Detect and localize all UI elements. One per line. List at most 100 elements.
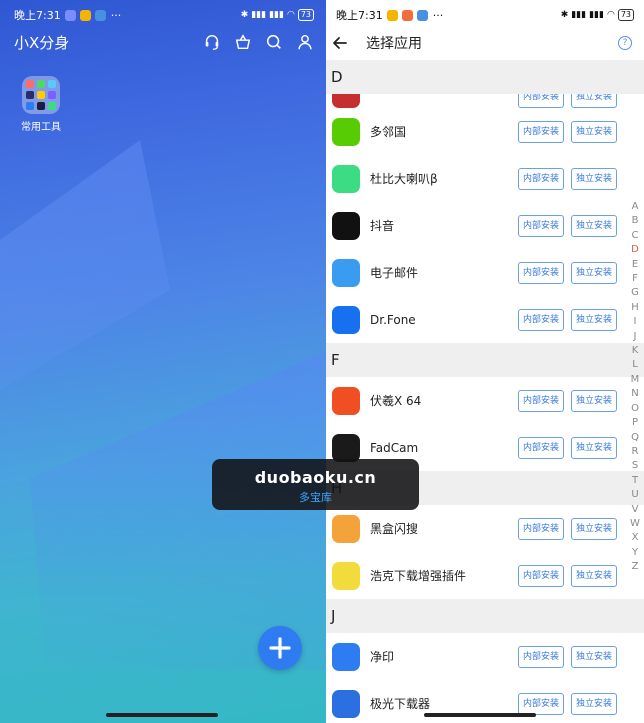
watermark-name: 多宝库 — [299, 491, 332, 504]
alphabet-letter-b[interactable]: B — [629, 214, 641, 228]
internal-install-button[interactable]: 内部安装 — [518, 167, 564, 190]
alphabet-letter-k[interactable]: K — [629, 344, 641, 358]
alphabet-letter-q[interactable]: Q — [629, 431, 641, 445]
app-icon — [332, 117, 360, 146]
signal-icon: ▮▮▮ — [589, 10, 604, 20]
section-header-f: F — [326, 343, 644, 377]
app-row: 浩克下载增强插件 内部安装 独立安装 — [326, 552, 644, 599]
app-name: FadCam — [370, 440, 419, 455]
independent-install-button[interactable]: 独立安装 — [571, 308, 617, 331]
app-icon — [332, 561, 360, 590]
battery-icon: 73 — [617, 9, 634, 21]
page-title: 选择应用 — [366, 36, 422, 52]
alphabet-letter-x[interactable]: X — [629, 531, 641, 545]
internal-install-button[interactable]: 内部安装 — [518, 389, 564, 412]
internal-install-button[interactable]: 内部安装 — [518, 120, 564, 143]
app-row: 伏羲X 64 内部安装 独立安装 — [326, 377, 644, 424]
alphabet-letter-d[interactable]: D — [629, 243, 641, 257]
independent-install-button[interactable]: 独立安装 — [571, 214, 617, 237]
independent-install-button[interactable]: 独立安装 — [571, 261, 617, 284]
alphabet-letter-y[interactable]: Y — [629, 546, 641, 560]
alphabet-letter-j[interactable]: J — [629, 330, 641, 344]
internal-install-button[interactable]: 内部安装 — [518, 308, 564, 331]
alphabet-letter-t[interactable]: T — [629, 474, 641, 488]
alphabet-letter-h[interactable]: H — [629, 301, 641, 315]
app-icon — [332, 514, 360, 543]
bluetooth-icon: ✱ — [560, 10, 569, 20]
alphabet-letter-e[interactable]: E — [629, 258, 641, 272]
alphabet-letter-r[interactable]: R — [629, 445, 641, 459]
app-row: 净印 内部安装 独立安装 — [326, 633, 644, 680]
user-icon[interactable] — [296, 33, 314, 51]
alphabet-letter-a[interactable]: A — [629, 200, 641, 214]
app-name: 极光下载器 — [370, 697, 431, 711]
internal-install-button[interactable]: 内部安装 — [518, 564, 564, 587]
app-row: 电子邮件 内部安装 独立安装 — [326, 249, 644, 296]
internal-install-button[interactable]: 内部安装 — [518, 517, 564, 540]
notification-app-icon — [79, 9, 91, 21]
alphabet-letter-i[interactable]: I — [629, 315, 641, 329]
back-arrow-icon[interactable] — [330, 33, 350, 53]
search-icon[interactable] — [265, 33, 283, 51]
independent-install-button[interactable]: 独立安装 — [571, 389, 617, 412]
alphabet-letter-n[interactable]: N — [629, 387, 641, 401]
independent-install-button[interactable]: 独立安装 — [571, 120, 617, 143]
status-time: 晚上7:31 — [336, 9, 383, 22]
launcher-screen: 晚上7:31 ··· ✱ ▮▮▮ ▮▮▮ ◠ 73 小X分身 常用工具 — [0, 0, 326, 723]
signal-icon: ▮▮▮ — [571, 10, 587, 20]
alphabet-letter-p[interactable]: P — [629, 416, 641, 430]
signal-icon: ▮▮▮ — [269, 10, 284, 20]
independent-install-button[interactable]: 独立安装 — [571, 436, 617, 459]
app-icon — [332, 642, 360, 671]
status-bar: 晚上7:31 ··· ✱ ▮▮▮ ▮▮▮ ◠ 73 — [14, 7, 314, 23]
independent-install-button[interactable]: 独立安装 — [571, 692, 617, 715]
add-button[interactable] — [258, 626, 302, 670]
notification-app-icon — [94, 9, 106, 21]
independent-install-button[interactable]: 独立安装 — [571, 645, 617, 668]
home-indicator[interactable] — [424, 713, 536, 717]
internal-install-button[interactable]: 内部安装 — [518, 645, 564, 668]
independent-install-button[interactable]: 独立安装 — [571, 517, 617, 540]
alphabet-letter-w[interactable]: W — [629, 517, 641, 531]
bluetooth-icon: ✱ — [240, 10, 249, 20]
alphabet-letter-m[interactable]: M — [629, 373, 641, 387]
alphabet-letter-s[interactable]: S — [629, 459, 641, 473]
independent-install-button[interactable]: 独立安装 — [571, 167, 617, 190]
app-name: 黑盒闪搜 — [370, 522, 419, 536]
internal-install-button[interactable]: 内部安装 — [518, 261, 564, 284]
internal-install-button[interactable]: 内部安装 — [518, 214, 564, 237]
alphabet-index[interactable]: ABCDEFGHIJKLMNOPQRSTUVWXYZ — [629, 200, 641, 575]
app-row: 多邻国 内部安装 独立安装 — [326, 108, 644, 155]
alphabet-letter-v[interactable]: V — [629, 503, 641, 517]
headset-icon[interactable] — [203, 33, 221, 51]
alphabet-letter-f[interactable]: F — [629, 272, 641, 286]
folder-common-tools[interactable]: 常用工具 — [19, 76, 63, 133]
wallpaper-shape — [0, 140, 170, 390]
internal-install-button[interactable]: 内部安装 — [518, 94, 564, 108]
select-app-screen: 晚上7:31 ··· ✱ ▮▮▮ ▮▮▮ ◠ 73 选择应用 ? D 内部安装 独立… — [326, 0, 644, 723]
app-name: 多邻国 — [370, 125, 407, 139]
status-bar: 晚上7:31 ··· ✱ ▮▮▮ ▮▮▮ ◠ 73 — [336, 7, 634, 23]
independent-install-button[interactable]: 独立安装 — [571, 94, 617, 108]
notification-app-icon — [386, 9, 398, 21]
internal-install-button[interactable]: 内部安装 — [518, 436, 564, 459]
app-list: D 内部安装 独立安装 多邻国 内部安装 独立安装 杜比大喇叭β 内部安装 独立安装 抖音 内部安装… — [326, 60, 644, 723]
alphabet-letter-g[interactable]: G — [629, 286, 641, 300]
app-name: Dr.Fone — [370, 312, 416, 327]
internal-install-button[interactable]: 内部安装 — [518, 692, 564, 715]
app-icon — [332, 433, 360, 462]
alphabet-letter-u[interactable]: U — [629, 488, 641, 502]
alphabet-letter-z[interactable]: Z — [629, 560, 641, 574]
alphabet-letter-c[interactable]: C — [629, 229, 641, 243]
help-icon[interactable]: ? — [618, 36, 632, 50]
basket-icon[interactable] — [234, 33, 252, 51]
notification-app-icon — [64, 9, 76, 21]
alphabet-letter-o[interactable]: O — [629, 402, 641, 416]
notification-app-icon — [401, 9, 413, 21]
alphabet-letter-l[interactable]: L — [629, 358, 641, 372]
folder-icon — [22, 76, 60, 114]
home-indicator[interactable] — [106, 713, 218, 717]
app-icon — [332, 164, 360, 193]
independent-install-button[interactable]: 独立安装 — [571, 564, 617, 587]
section-header-j: J — [326, 599, 644, 633]
